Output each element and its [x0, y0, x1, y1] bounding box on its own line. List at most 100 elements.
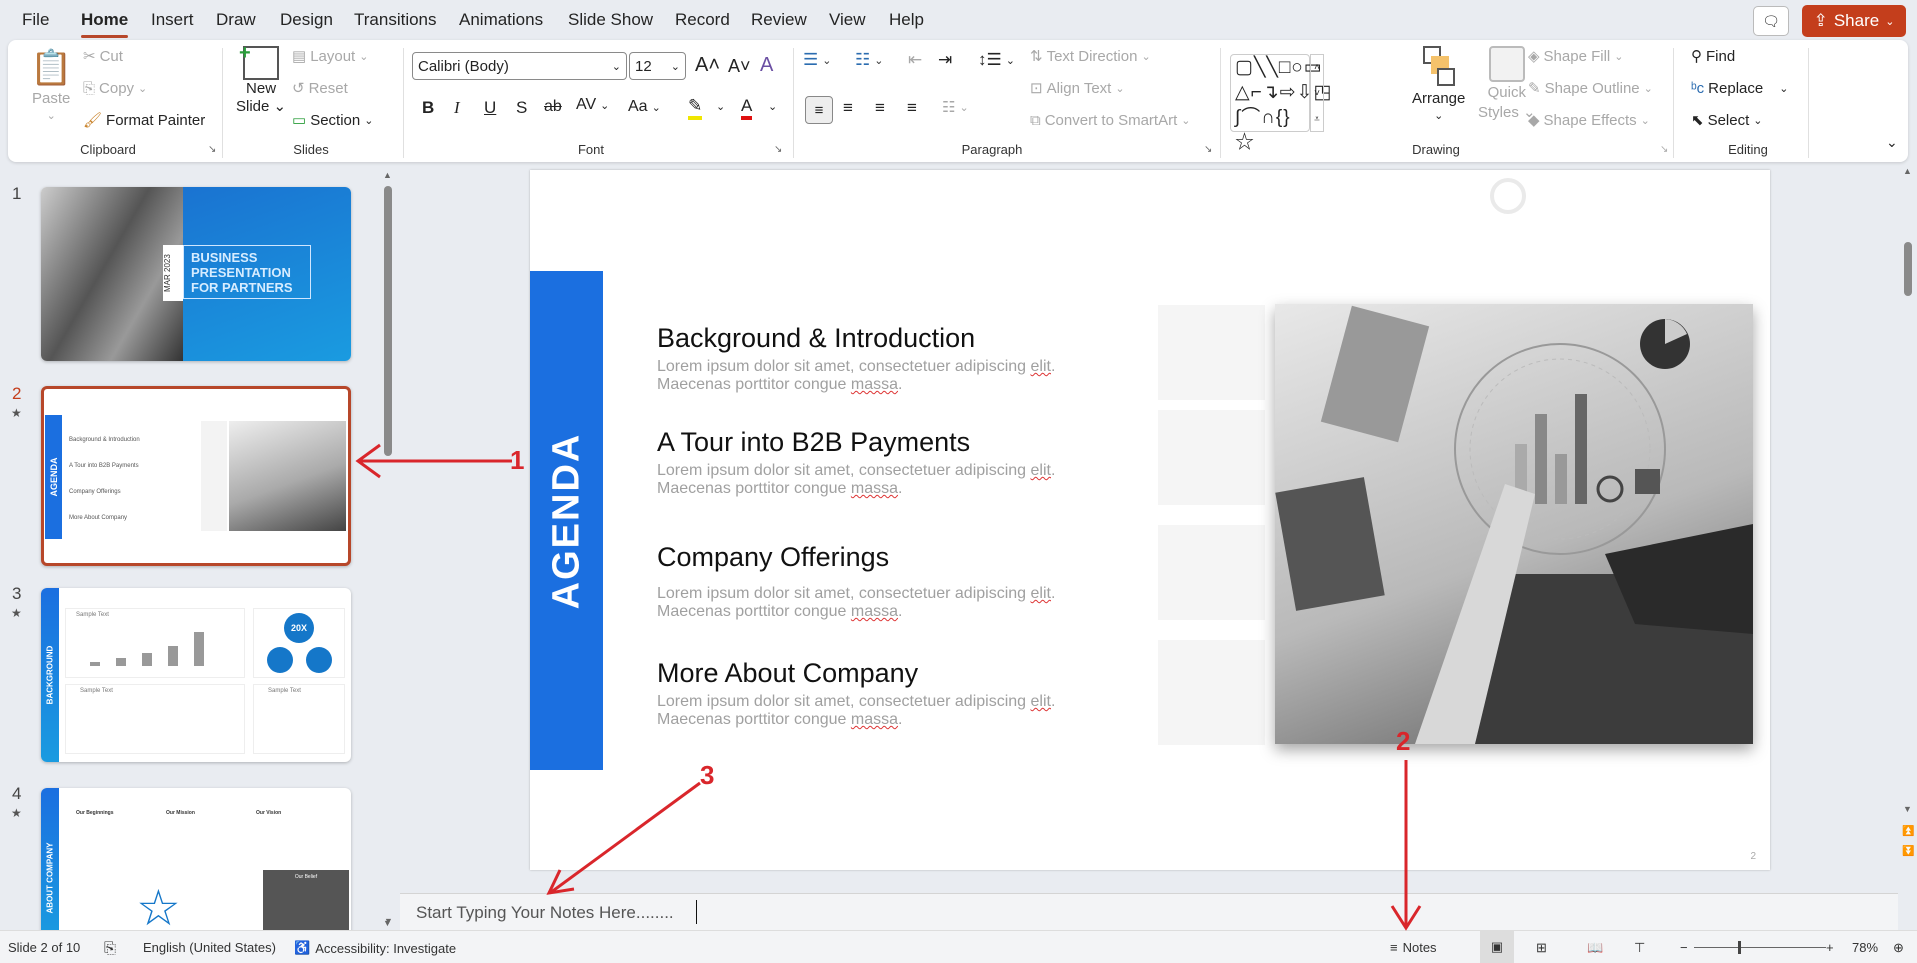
text-shadow-icon[interactable]: S	[516, 98, 527, 118]
numbering-icon[interactable]: ☷ ⌄	[855, 50, 883, 70]
language-button[interactable]: English (United States)	[143, 940, 276, 955]
notes-text[interactable]: Start Typing Your Notes Here........	[416, 903, 674, 923]
share-button[interactable]: ⇪ Share ⌄	[1802, 5, 1906, 37]
zoom-out-button[interactable]: −	[1680, 940, 1688, 955]
line-spacing-icon[interactable]: ↕☰ ⌄	[978, 50, 1015, 70]
accessibility-button[interactable]: ♿ Accessibility: Investigate	[294, 940, 456, 956]
cut-button[interactable]: ✂ Cut	[83, 48, 123, 65]
slide-thumbnail-4[interactable]: ABOUT COMPANY Our Beginnings Our Mission…	[41, 788, 351, 938]
dialog-launcher-icon[interactable]: ↘	[1204, 144, 1212, 155]
fit-to-window-icon[interactable]: ⊕	[1893, 940, 1904, 956]
increase-font-size-icon[interactable]: A˄	[695, 54, 720, 77]
zoom-slider[interactable]	[1694, 941, 1826, 954]
new-slide-button[interactable]: + New Slide ⌄	[236, 42, 286, 115]
scroll-down-arrow[interactable]: ▼	[384, 916, 393, 926]
tab-review[interactable]: Review	[751, 10, 807, 30]
bold-icon[interactable]: B	[422, 98, 434, 118]
underline-icon[interactable]: U	[484, 98, 496, 118]
shape-outline-button[interactable]: ✎ Shape Outline ⌄	[1528, 80, 1653, 97]
dialog-launcher-icon[interactable]: ↘	[208, 144, 216, 155]
notes-pane[interactable]: Start Typing Your Notes Here........	[400, 893, 1898, 930]
columns-icon[interactable]: ☷ ⌄	[942, 98, 969, 116]
normal-view-button[interactable]: ▣	[1480, 931, 1514, 963]
zoom-slider-thumb[interactable]	[1738, 941, 1741, 954]
dialog-launcher-icon[interactable]: ↘	[1660, 144, 1668, 155]
tab-transitions[interactable]: Transitions	[354, 10, 437, 30]
decrease-font-size-icon[interactable]: A˅	[728, 56, 751, 77]
previous-slide-icon[interactable]: ⏫	[1902, 826, 1914, 837]
tab-draw[interactable]: Draw	[216, 10, 256, 30]
tab-home[interactable]: Home	[81, 10, 129, 38]
agenda-item[interactable]: Company Offerings Lorem ipsum dolor sit a…	[657, 542, 1077, 621]
text-direction-button[interactable]: ⇅ Text Direction ⌄	[1030, 48, 1151, 65]
format-painter-button[interactable]: 🖌 Format Painter	[83, 112, 205, 129]
select-button[interactable]: ⬉ Select ⌄	[1691, 112, 1763, 129]
increase-indent-icon[interactable]: ⇥	[938, 50, 952, 70]
align-left-icon[interactable]: ≡	[805, 96, 833, 124]
agenda-description: Lorem ipsum dolor sit amet, consectetuer…	[657, 358, 1056, 393]
tab-design[interactable]: Design	[280, 10, 333, 30]
next-slide-icon[interactable]: ⏬	[1902, 846, 1914, 857]
agenda-item[interactable]: More About Company Lorem ipsum dolor sit …	[657, 658, 1077, 729]
font-size-select[interactable]: 12 ⌄	[629, 52, 686, 80]
shape-fill-button[interactable]: ◈ Shape Fill ⌄	[1528, 48, 1623, 65]
highlight-icon[interactable]: ✎	[688, 96, 703, 120]
gallery-scroll[interactable]: ˄ ˅ ⩡	[1310, 54, 1324, 132]
zoom-level[interactable]: 78%	[1852, 940, 1878, 955]
chevron-down-icon[interactable]: ⌄	[768, 100, 777, 113]
tab-record[interactable]: Record	[675, 10, 730, 30]
italic-icon[interactable]: I	[454, 98, 460, 118]
dialog-launcher-icon[interactable]: ↘	[774, 144, 782, 155]
spell-check-icon[interactable]: ⎘	[104, 940, 116, 957]
slide-scrollbar[interactable]: ▲ ▼ ⏫ ⏬	[1898, 162, 1917, 930]
tab-animations[interactable]: Animations	[459, 10, 543, 30]
clear-formatting-icon[interactable]: A	[760, 54, 773, 77]
thumbnail-scrollbar[interactable]: ▲ ▼	[382, 170, 394, 928]
chevron-down-icon[interactable]: ⌄	[716, 100, 725, 113]
change-case-button[interactable]: Aa ⌄	[628, 98, 661, 116]
slide-canvas[interactable]: AGENDA Background & Introduction Lorem ip…	[530, 170, 1770, 870]
find-button[interactable]: ⚲ Find	[1691, 48, 1735, 65]
reading-view-button[interactable]: 📖	[1587, 940, 1603, 956]
tab-slide-show[interactable]: Slide Show	[568, 10, 653, 30]
quick-styles-button[interactable]: Quick Styles ⌄	[1478, 46, 1536, 121]
shapes-gallery[interactable]: ▢╲╲□○▭ △⌐↴⇨⇩◳ ∫⌒∩{}☆	[1230, 54, 1331, 153]
slide-sorter-button[interactable]: ⊞	[1536, 940, 1547, 956]
tab-insert[interactable]: Insert	[151, 10, 194, 30]
tab-file[interactable]: File	[22, 10, 49, 30]
character-spacing-icon[interactable]: AV ⌄	[576, 96, 609, 114]
align-text-button[interactable]: ⊡ Align Text ⌄	[1030, 80, 1125, 97]
slide-thumbnail-2[interactable]: AGENDA Background & Introduction A Tour …	[41, 386, 351, 566]
business-photo[interactable]	[1275, 304, 1753, 744]
paste-button[interactable]: 📋 Paste ⌄	[30, 48, 72, 122]
align-right-icon[interactable]: ≡	[875, 98, 885, 118]
collapse-ribbon-icon[interactable]: ⌄	[1886, 134, 1898, 151]
section-button[interactable]: ▭ Section ⌄	[292, 112, 373, 129]
align-center-icon[interactable]: ≡	[843, 98, 853, 118]
layout-button[interactable]: ▤ Layout ⌄	[292, 48, 368, 65]
reset-button[interactable]: ↺ Reset	[292, 80, 348, 97]
font-name-select[interactable]: Calibri (Body) ⌄	[412, 52, 627, 80]
slide-thumbnail-1[interactable]: MAR 2023 BUSINESS PRESENTATION FOR PARTN…	[41, 187, 351, 361]
scrollbar-thumb[interactable]	[1904, 242, 1912, 296]
bullets-icon[interactable]: ☰ ⌄	[803, 50, 831, 70]
copy-button[interactable]: ⎘ Copy ⌄	[83, 80, 147, 97]
shape-effects-button[interactable]: ◆ Shape Effects ⌄	[1528, 112, 1650, 129]
slide-title[interactable]: AGENDA	[545, 432, 588, 609]
slideshow-button[interactable]: ⊤	[1634, 940, 1645, 956]
slide-thumbnail-3[interactable]: BACKGROUND Sample Text 20X Sample Text S…	[41, 588, 351, 762]
tab-view[interactable]: View	[829, 10, 866, 30]
notes-button[interactable]: ≡ Notes	[1390, 940, 1437, 955]
agenda-item[interactable]: A Tour into B2B Payments Lorem ipsum dolo…	[657, 427, 1077, 498]
agenda-item[interactable]: Background & Introduction Lorem ipsum dol…	[657, 323, 1077, 394]
font-color-icon[interactable]: A	[741, 96, 753, 120]
comments-button[interactable]: 🗨	[1753, 6, 1789, 36]
justify-icon[interactable]: ≡	[907, 98, 917, 118]
zoom-in-button[interactable]: +	[1826, 940, 1834, 955]
strikethrough-icon[interactable]: ab	[544, 98, 562, 116]
arrange-button[interactable]: Arrange ⌄	[1412, 46, 1465, 122]
convert-smartart-button[interactable]: ⧉ Convert to SmartArt ⌄	[1030, 112, 1190, 129]
decrease-indent-icon[interactable]: ⇤	[908, 50, 922, 70]
replace-button[interactable]: ᵇc Replace ⌄	[1691, 80, 1788, 97]
tab-help[interactable]: Help	[889, 10, 924, 30]
